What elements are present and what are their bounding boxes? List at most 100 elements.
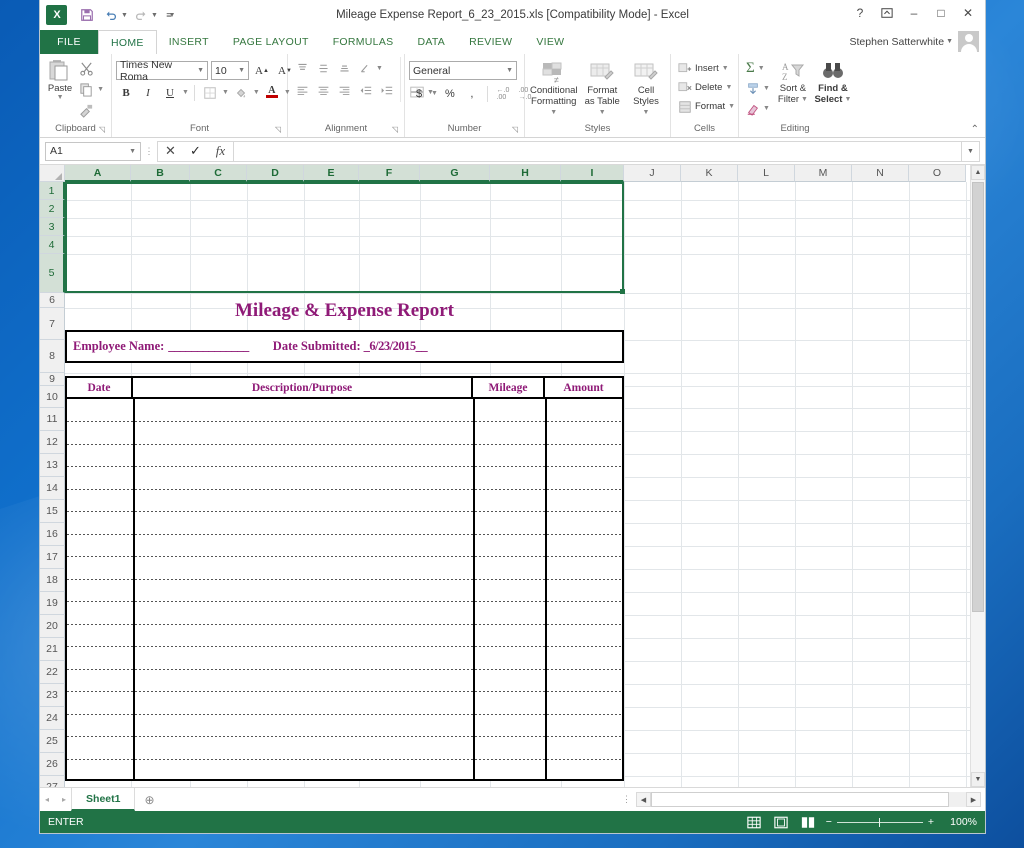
row-header-24[interactable]: 24 <box>40 707 65 730</box>
customize-qat-icon[interactable]: ≡ ▼ <box>160 4 182 26</box>
table-row[interactable] <box>67 579 622 601</box>
tab-home[interactable]: HOME <box>98 30 157 54</box>
table-cell-date[interactable] <box>67 759 133 781</box>
scroll-down-button[interactable]: ▼ <box>971 772 985 787</box>
sort-filter-caret-icon[interactable]: ▼ <box>801 94 808 105</box>
table-row[interactable] <box>67 489 622 511</box>
table-cell-date[interactable] <box>67 466 133 488</box>
table-cell-amount[interactable] <box>547 624 622 646</box>
format-caret-icon[interactable]: ▼ <box>728 103 735 110</box>
table-cell-date[interactable] <box>67 579 133 601</box>
row-header-9[interactable]: 9 <box>40 373 65 386</box>
employee-name-value[interactable]: ______________ <box>168 339 249 354</box>
page-layout-view-icon[interactable] <box>772 814 790 830</box>
undo-dropdown-caret-icon[interactable]: ▼ <box>121 12 128 19</box>
row-header-7[interactable]: 7 <box>40 308 65 340</box>
delete-caret-icon[interactable]: ▼ <box>725 84 732 91</box>
table-cell-mileage[interactable] <box>475 646 545 668</box>
table-cell-amount[interactable] <box>547 714 622 736</box>
date-submitted-value[interactable]: _6/23/2015__ <box>364 339 428 354</box>
table-row[interactable] <box>67 421 622 443</box>
table-cell-description[interactable] <box>135 556 473 578</box>
table-row[interactable] <box>67 534 622 556</box>
table-cell-date[interactable] <box>67 534 133 556</box>
close-button[interactable]: ✕ <box>955 2 981 24</box>
table-cell-mileage[interactable] <box>475 691 545 713</box>
column-header-I[interactable]: I <box>561 165 624 182</box>
table-cell-amount[interactable] <box>547 759 622 781</box>
table-cell-mileage[interactable] <box>475 421 545 443</box>
horizontal-scroll-track[interactable] <box>651 792 966 807</box>
expand-formula-bar-icon[interactable]: ▼ <box>962 140 980 162</box>
table-cell-date[interactable] <box>67 691 133 713</box>
cut-button[interactable] <box>76 59 107 78</box>
table-cell-amount[interactable] <box>547 399 622 421</box>
table-cell-description[interactable] <box>135 736 473 758</box>
table-row[interactable] <box>67 669 622 691</box>
tab-review[interactable]: REVIEW <box>457 30 524 54</box>
table-cell-date[interactable] <box>67 511 133 533</box>
expense-table-body[interactable] <box>67 399 622 781</box>
align-top-button[interactable] <box>292 59 312 78</box>
row-header-13[interactable]: 13 <box>40 454 65 477</box>
table-cell-date[interactable] <box>67 646 133 668</box>
table-cell-date[interactable] <box>67 489 133 511</box>
orientation-caret-icon[interactable]: ▼ <box>376 65 383 72</box>
table-row[interactable] <box>67 399 622 421</box>
table-cell-mileage[interactable] <box>475 714 545 736</box>
formula-input[interactable] <box>233 140 962 162</box>
tab-data[interactable]: DATA <box>405 30 457 54</box>
table-cell-amount[interactable] <box>547 556 622 578</box>
row-header-1[interactable]: 1 <box>40 182 65 200</box>
accounting-format-button[interactable]: $ <box>409 84 429 103</box>
row-header-11[interactable]: 11 <box>40 408 65 431</box>
align-center-button[interactable] <box>313 81 333 100</box>
table-cell-date[interactable] <box>67 556 133 578</box>
table-cell-amount[interactable] <box>547 579 622 601</box>
table-cell-description[interactable] <box>135 691 473 713</box>
table-cell-mileage[interactable] <box>475 399 545 421</box>
column-header-K[interactable]: K <box>681 165 738 182</box>
row-header-6[interactable]: 6 <box>40 293 65 308</box>
fill-color-button[interactable] <box>231 83 251 102</box>
column-header-C[interactable]: C <box>190 165 247 182</box>
align-right-button[interactable] <box>334 81 354 100</box>
fill-handle[interactable] <box>620 289 625 294</box>
row-header-18[interactable]: 18 <box>40 569 65 592</box>
row-header-23[interactable]: 23 <box>40 684 65 707</box>
maximize-button[interactable]: □ <box>928 2 954 24</box>
sheet-tab-sheet1[interactable]: Sheet1 <box>71 788 136 811</box>
previous-sheet-icon[interactable]: ◂ <box>45 795 49 804</box>
row-header-16[interactable]: 16 <box>40 523 65 546</box>
table-cell-description[interactable] <box>135 646 473 668</box>
increase-decimal-button[interactable]: ←.0.00 <box>493 84 513 103</box>
table-cell-amount[interactable] <box>547 669 622 691</box>
paste-caret-icon[interactable]: ▼ <box>57 94 64 101</box>
table-cell-description[interactable] <box>135 399 473 421</box>
table-row[interactable] <box>67 511 622 533</box>
row-header-15[interactable]: 15 <box>40 500 65 523</box>
table-cell-date[interactable] <box>67 421 133 443</box>
scroll-up-button[interactable]: ▲ <box>971 165 985 180</box>
copy-caret-icon[interactable]: ▼ <box>97 86 104 93</box>
select-all-corner[interactable] <box>40 165 65 182</box>
cell-styles-caret-icon[interactable]: ▼ <box>643 107 650 118</box>
row-header-26[interactable]: 26 <box>40 753 65 776</box>
table-cell-amount[interactable] <box>547 534 622 556</box>
table-cell-date[interactable] <box>67 399 133 421</box>
row-header-17[interactable]: 17 <box>40 546 65 569</box>
table-cell-date[interactable] <box>67 669 133 691</box>
table-cell-mileage[interactable] <box>475 444 545 466</box>
align-middle-button[interactable] <box>313 59 333 78</box>
table-cell-description[interactable] <box>135 624 473 646</box>
column-header-H[interactable]: H <box>490 165 561 182</box>
insert-cells-button[interactable]: Insert ▼ <box>675 59 732 78</box>
orientation-button[interactable] <box>355 59 375 78</box>
tab-split-grip[interactable]: ⋮ <box>622 794 632 805</box>
tab-formulas[interactable]: FORMULAS <box>321 30 406 54</box>
collapse-ribbon-icon[interactable]: ⌃ <box>971 124 979 135</box>
table-cell-description[interactable] <box>135 444 473 466</box>
format-as-table-button[interactable]: Format as Table ▼ <box>578 59 626 120</box>
table-cell-description[interactable] <box>135 601 473 623</box>
redo-icon[interactable] <box>130 4 152 26</box>
